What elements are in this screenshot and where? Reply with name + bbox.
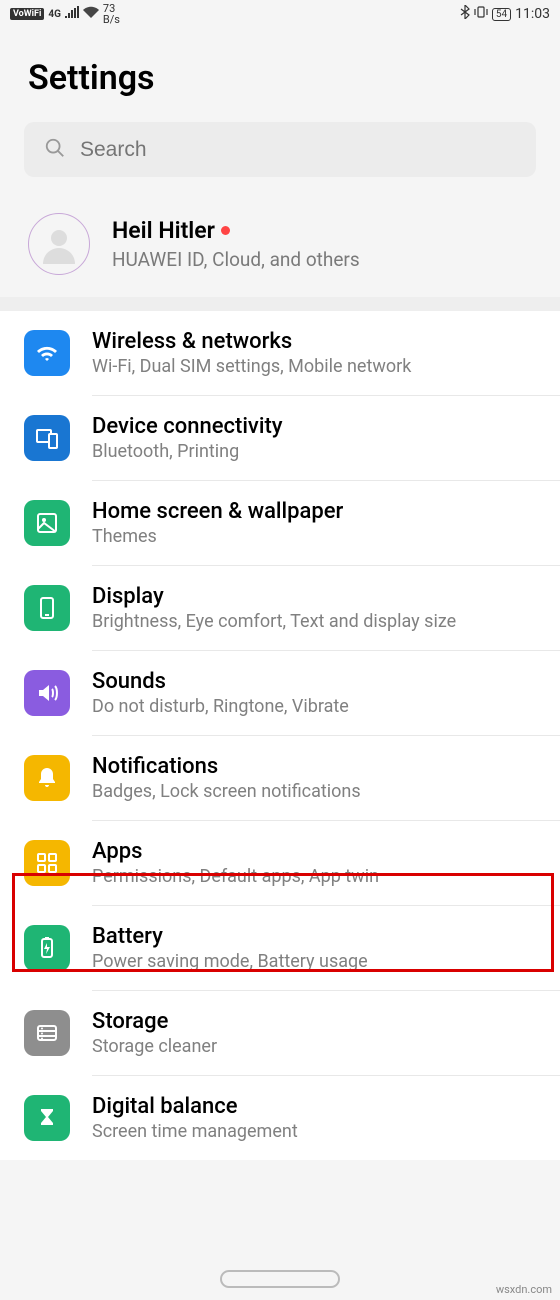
item-title: Home screen & wallpaper [92,499,550,524]
item-sub: Power saving mode, Battery usage [92,951,550,972]
vowifi-badge: VoWiFi [10,8,44,20]
signal-icon [65,6,79,22]
vibrate-icon [474,5,488,23]
notification-dot [221,226,230,235]
item-device-connectivity[interactable]: Device connectivity Bluetooth, Printing [0,396,560,480]
item-battery[interactable]: Battery Power saving mode, Battery usage [0,906,560,990]
page-title: Settings [28,58,532,98]
wifi-status-icon [83,6,99,22]
page-header: Settings [0,28,560,122]
search-icon [44,137,66,163]
wifi-icon [24,330,70,376]
item-sounds[interactable]: Sounds Do not disturb, Ringtone, Vibrate [0,651,560,735]
account-name: Heil Hitler [112,217,230,244]
battery-badge: 54 [492,8,511,21]
bluetooth-icon [460,5,470,23]
apps-icon [24,840,70,886]
status-left: VoWiFi 4G 73 B/s [10,3,120,25]
item-sub: Storage cleaner [92,1036,550,1057]
time: 11:03 [515,6,550,22]
battery-icon [24,925,70,971]
settings-list: Wireless & networks Wi-Fi, Dual SIM sett… [0,311,560,1160]
item-apps[interactable]: Apps Permissions, Default apps, App twin [0,821,560,905]
status-bar: VoWiFi 4G 73 B/s 54 11:03 [0,0,560,28]
storage-icon [24,1010,70,1056]
item-title: Display [92,584,550,609]
item-sub: Themes [92,526,550,547]
status-right: 54 11:03 [460,5,550,23]
item-notifications[interactable]: Notifications Badges, Lock screen notifi… [0,736,560,820]
item-title: Wireless & networks [92,329,550,354]
item-sub: Wi-Fi, Dual SIM settings, Mobile network [92,356,550,377]
item-sub: Brightness, Eye comfort, Text and displa… [92,611,550,632]
item-wireless-networks[interactable]: Wireless & networks Wi-Fi, Dual SIM sett… [0,311,560,395]
item-sub: Screen time management [92,1121,550,1142]
account-text: Heil Hitler HUAWEI ID, Cloud, and others [112,217,360,271]
nav-pill[interactable] [220,1270,340,1288]
item-storage[interactable]: Storage Storage cleaner [0,991,560,1075]
item-sub: Badges, Lock screen notifications [92,781,550,802]
item-home-wallpaper[interactable]: Home screen & wallpaper Themes [0,481,560,565]
account-subtitle: HUAWEI ID, Cloud, and others [112,248,360,271]
item-sub: Permissions, Default apps, App twin [92,866,550,887]
item-title: Storage [92,1009,550,1034]
item-sub: Bluetooth, Printing [92,441,550,462]
hourglass-icon [24,1095,70,1141]
search-bar[interactable] [24,122,536,177]
item-sub: Do not disturb, Ringtone, Vibrate [92,696,550,717]
account-row[interactable]: Heil Hitler HUAWEI ID, Cloud, and others [0,195,560,297]
sound-icon [24,670,70,716]
item-display[interactable]: Display Brightness, Eye comfort, Text an… [0,566,560,650]
section-divider [0,297,560,311]
avatar [28,213,90,275]
item-title: Apps [92,839,550,864]
item-title: Battery [92,924,550,949]
item-title: Notifications [92,754,550,779]
item-title: Device connectivity [92,414,550,439]
wallpaper-icon [24,500,70,546]
net-gen: 4G [48,9,61,20]
display-icon [24,585,70,631]
item-title: Sounds [92,669,550,694]
search-input[interactable] [80,138,516,162]
item-title: Digital balance [92,1094,550,1119]
watermark: wsxdn.com [496,1283,552,1296]
item-digital-balance[interactable]: Digital balance Screen time management [0,1076,560,1160]
net-speed: 73 B/s [103,3,120,25]
device-icon [24,415,70,461]
notification-icon [24,755,70,801]
